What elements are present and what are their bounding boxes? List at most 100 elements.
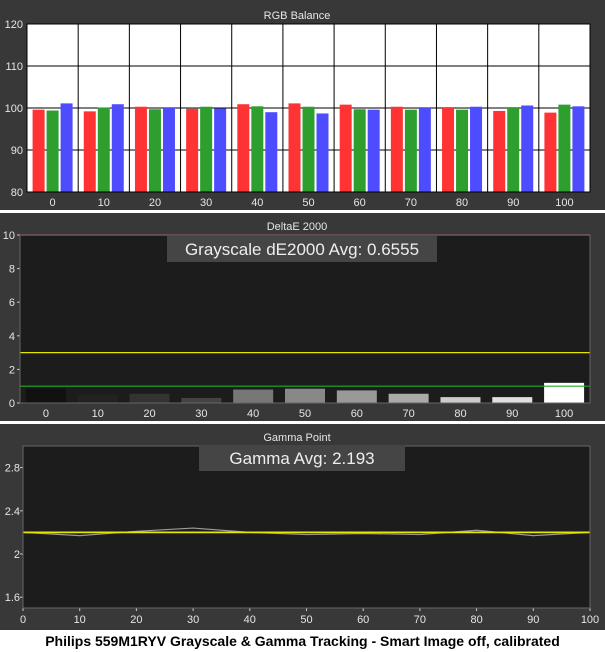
rgb-bar xyxy=(111,104,124,192)
delta-e-bar xyxy=(492,397,533,403)
delta-e-bar xyxy=(181,397,222,403)
rgb-y-tick-label: 120 xyxy=(5,19,23,31)
gamma-x-tick-label: 100 xyxy=(581,614,599,626)
delta-e-x-tick-label: 20 xyxy=(143,408,155,420)
rgb-bar xyxy=(339,104,352,192)
rgb-bar xyxy=(493,110,506,192)
rgb-y-tick-label: 110 xyxy=(5,61,23,73)
rgb-x-tick-label: 90 xyxy=(507,197,519,209)
rgb-bar xyxy=(46,110,59,192)
delta-e-y-tick-label: 2 xyxy=(9,364,15,376)
rgb-bar xyxy=(572,106,585,192)
gamma-y-tick-label: 1.6 xyxy=(5,592,20,604)
gamma-x-tick-label: 80 xyxy=(470,614,482,626)
rgb-x-tick-label: 80 xyxy=(456,197,468,209)
delta-e-x-tick-label: 80 xyxy=(454,408,466,420)
delta-e-x-tick-label: 10 xyxy=(92,408,104,420)
delta-e-bar xyxy=(440,397,481,403)
delta-e-y-tick-label: 10 xyxy=(3,230,15,242)
rgb-balance-chart: RGB Balance 80 90 100 110 120 0 10 20 30 40 50 60 70… xyxy=(5,10,591,209)
delta-e-x-tick-label: 60 xyxy=(351,408,363,420)
gamma-x-tick-label: 0 xyxy=(20,614,26,626)
delta-e-bar xyxy=(77,394,118,403)
delta-e-bar xyxy=(233,389,274,403)
gamma-x-tick-label: 40 xyxy=(244,614,256,626)
delta-e-panel: DeltaE 2000 0 2 4 6 8 10 0 10 20 30 40 50 60 70 80 90 10… xyxy=(0,213,605,421)
rgb-bar xyxy=(148,109,161,192)
rgb-bar xyxy=(32,109,45,192)
delta-e-x-tick-label: 50 xyxy=(299,408,311,420)
rgb-x-tick-label: 20 xyxy=(149,197,161,209)
rgb-bar xyxy=(251,106,264,192)
report-figure: RGB Balance 80 90 100 110 120 0 10 20 30 40 50 60 70… xyxy=(0,0,605,652)
rgb-bar xyxy=(214,108,227,192)
rgb-bar xyxy=(507,108,520,192)
delta-e-y-tick-label: 4 xyxy=(9,331,15,343)
rgb-x-tick-label: 40 xyxy=(251,197,263,209)
rgb-bar xyxy=(470,106,483,192)
rgb-bar xyxy=(316,113,329,192)
rgb-y-tick-label: 100 xyxy=(5,103,23,115)
gamma-average-label: Gamma Avg: 2.193 xyxy=(229,449,374,468)
rgb-bar xyxy=(162,108,175,192)
rgb-balance-title: RGB Balance xyxy=(264,10,331,22)
delta-e-bar xyxy=(25,388,66,403)
rgb-bar xyxy=(404,109,417,192)
rgb-bar xyxy=(418,108,431,192)
gamma-x-tick-label: 50 xyxy=(300,614,312,626)
rgb-bar xyxy=(60,103,73,192)
delta-e-y-tick-label: 0 xyxy=(9,398,15,410)
delta-e-bar xyxy=(129,393,170,403)
rgb-bar xyxy=(237,104,250,192)
gamma-point-title: Gamma Point xyxy=(263,432,330,444)
delta-e-x-tick-label: 30 xyxy=(195,408,207,420)
gamma-x-tick-label: 30 xyxy=(187,614,199,626)
gamma-y-tick-label: 2.4 xyxy=(5,506,20,518)
gamma-x-tick-label: 60 xyxy=(357,614,369,626)
rgb-x-tick-label: 30 xyxy=(200,197,212,209)
delta-e-x-tick-label: 100 xyxy=(555,408,573,420)
gamma-x-tick-label: 70 xyxy=(414,614,426,626)
rgb-balance-panel: RGB Balance 80 90 100 110 120 0 10 20 30 40 50 60 70… xyxy=(0,0,605,210)
rgb-x-tick-label: 60 xyxy=(354,197,366,209)
rgb-bar xyxy=(353,109,366,192)
rgb-bar xyxy=(456,109,469,192)
rgb-bar xyxy=(97,107,110,192)
delta-e-y-tick-label: 6 xyxy=(9,297,15,309)
delta-e-average-label: Grayscale dE2000 Avg: 0.6555 xyxy=(185,240,419,259)
rgb-bar xyxy=(186,108,199,192)
rgb-bar xyxy=(265,112,278,192)
delta-e-x-tick-label: 70 xyxy=(403,408,415,420)
delta-e-bar xyxy=(285,388,325,403)
gamma-y-tick-label: 2 xyxy=(14,549,20,561)
rgb-bar xyxy=(288,103,301,192)
rgb-x-tick-label: 0 xyxy=(50,197,56,209)
delta-e-bar xyxy=(388,393,429,403)
gamma-x-tick-label: 10 xyxy=(74,614,86,626)
rgb-x-tick-label: 10 xyxy=(98,197,110,209)
rgb-y-tick-label: 90 xyxy=(11,145,23,157)
rgb-bar xyxy=(200,106,213,192)
rgb-bar xyxy=(83,111,96,192)
rgb-bar xyxy=(134,106,147,192)
delta-e-x-tick-label: 40 xyxy=(247,408,259,420)
rgb-bar xyxy=(544,112,557,192)
delta-e-chart: DeltaE 2000 02468100 10 20 30 40 50 60 70 80 90 10… xyxy=(3,221,591,420)
rgb-bar xyxy=(521,105,534,192)
rgb-bar xyxy=(390,106,403,192)
gamma-point-chart: Gamma Point 1.6 2 2.4 2.8 0 10 20 30 40 50 60 70 80 9… xyxy=(5,432,599,626)
rgb-x-tick-label: 100 xyxy=(555,197,573,209)
delta-e-title: DeltaE 2000 xyxy=(267,221,328,233)
rgb-x-tick-label: 50 xyxy=(302,197,314,209)
gamma-x-tick-label: 90 xyxy=(527,614,539,626)
rgb-bar xyxy=(302,106,315,192)
gamma-x-tick-label: 20 xyxy=(130,614,142,626)
delta-e-x-tick-label: 90 xyxy=(506,408,518,420)
delta-e-y-tick-label: 8 xyxy=(9,264,15,276)
delta-e-x-tick-label: 0 xyxy=(43,408,49,420)
delta-e-bar xyxy=(336,390,377,403)
gamma-point-panel: Gamma Point 1.6 2 2.4 2.8 0 10 20 30 40 50 60 70 80 9… xyxy=(0,424,605,630)
gamma-y-tick-label: 2.8 xyxy=(5,463,20,475)
figure-caption: Philips 559M1RYV Grayscale & Gamma Track… xyxy=(45,633,560,649)
rgb-x-tick-label: 70 xyxy=(405,197,417,209)
